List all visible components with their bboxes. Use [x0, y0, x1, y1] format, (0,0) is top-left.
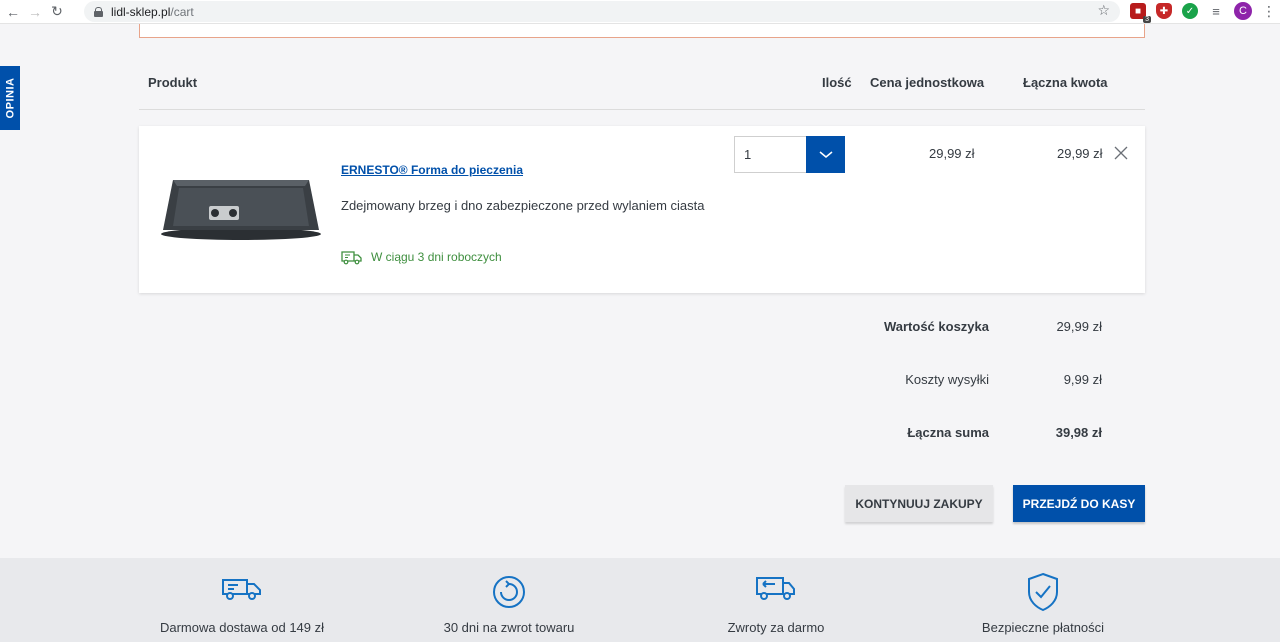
browser-menu-icon[interactable]: ⋮ [1262, 3, 1276, 20]
unit-price: 29,99 zł [929, 146, 975, 161]
extension-area: ■ 3 ✚ ✓ ≡ C ⋮ [1130, 2, 1276, 23]
benefit-label: Zwroty za darmo [727, 620, 825, 635]
feedback-tab[interactable]: OPINIA [0, 66, 20, 130]
chevron-down-icon [819, 150, 832, 158]
benefit-label: 30 dni na zwrot towaru [443, 620, 575, 635]
cart-item: ERNESTO® Forma do pieczenia Zdejmowany b… [139, 126, 1145, 293]
header-product: Produkt [148, 75, 198, 90]
lock-icon [94, 6, 103, 17]
benefit-free-delivery: Darmowa dostawa od 149 zł [122, 558, 362, 642]
line-total: 29,99 zł [1057, 146, 1103, 161]
extension-badge: 3 [1143, 16, 1151, 23]
benefit-returns-30-days: 30 dni na zwrot towaru [389, 558, 629, 642]
delivery-text: W ciągu 3 dni roboczych [371, 250, 502, 264]
header-quantity: Ilość [822, 75, 852, 90]
extension-shield-icon[interactable]: ✚ [1156, 3, 1172, 19]
summary-total-row: Łączna suma 39,98 zł [800, 425, 1102, 445]
benefit-secure-payments: Bezpieczne płatności [923, 558, 1163, 642]
benefits-bar: Darmowa dostawa od 149 zł 30 dni na zwro… [0, 558, 1280, 642]
bookmark-star-icon[interactable]: ☆ [1097, 2, 1110, 19]
quantity-dropdown-button[interactable] [806, 136, 845, 173]
media-playlist-icon[interactable]: ≡ [1208, 3, 1224, 19]
product-name-link[interactable]: ERNESTO® Forma do pieczenia [341, 163, 523, 177]
checkout-button[interactable]: PRZEJDŹ DO KASY [1013, 485, 1145, 522]
continue-shopping-button[interactable]: KONTYNUUJ ZAKUPY [845, 485, 993, 522]
header-total: Łączna kwota [1023, 75, 1108, 90]
remove-item-icon[interactable] [1113, 145, 1129, 161]
summary-shipping-row: Koszty wysyłki 9,99 zł [800, 372, 1102, 392]
forward-arrow-icon[interactable]: → [24, 1, 46, 23]
subtotal-value: 29,99 zł [1056, 319, 1102, 334]
benefit-label: Darmowa dostawa od 149 zł [159, 620, 325, 635]
url-text: lidl-sklep.pl/cart [111, 4, 194, 19]
alert-box [139, 24, 1145, 38]
summary-subtotal-row: Wartość koszyka 29,99 zł [800, 319, 1102, 339]
reload-icon[interactable]: ↻ [46, 1, 68, 23]
cart-table-header: Produkt Ilość Cena jednostkowa Łączna kw… [139, 68, 1145, 110]
feedback-tab-label: OPINIA [4, 77, 16, 119]
shipping-label: Koszty wysyłki [905, 372, 989, 387]
return-cycle-icon [493, 576, 525, 608]
product-description: Zdejmowany brzeg i dno zabezpieczone prz… [341, 198, 705, 213]
total-value: 39,98 zł [1055, 425, 1102, 440]
subtotal-label: Wartość koszyka [883, 319, 989, 334]
back-arrow-icon[interactable]: ← [2, 1, 24, 23]
benefit-label: Bezpieczne płatności [981, 620, 1105, 635]
delivery-truck-icon [341, 251, 362, 265]
delivery-info: W ciągu 3 dni roboczych [341, 249, 502, 265]
quantity-select[interactable]: 1 [734, 136, 845, 173]
address-bar[interactable]: lidl-sklep.pl/cart ☆ [84, 1, 1120, 22]
browser-toolbar: ← → ↻ lidl-sklep.pl/cart ☆ ■ 3 ✚ ✓ ≡ C ⋮ [0, 0, 1280, 24]
delivery-truck-icon [222, 579, 261, 600]
product-image[interactable] [159, 170, 323, 242]
extension-check-icon[interactable]: ✓ [1182, 3, 1198, 19]
shield-check-icon [1028, 572, 1058, 612]
return-truck-icon [756, 577, 795, 600]
profile-avatar[interactable]: C [1234, 2, 1252, 20]
total-label: Łączna suma [907, 425, 989, 440]
quantity-value: 1 [744, 147, 752, 162]
cart-page: OPINIA Produkt Ilość Cena jednostkowa Łą… [0, 24, 1280, 642]
shipping-value: 9,99 zł [1063, 372, 1102, 387]
header-unit-price: Cena jednostkowa [870, 75, 985, 90]
benefit-free-returns: Zwroty za darmo [656, 558, 896, 642]
extension-red-icon[interactable]: ■ 3 [1130, 3, 1151, 23]
